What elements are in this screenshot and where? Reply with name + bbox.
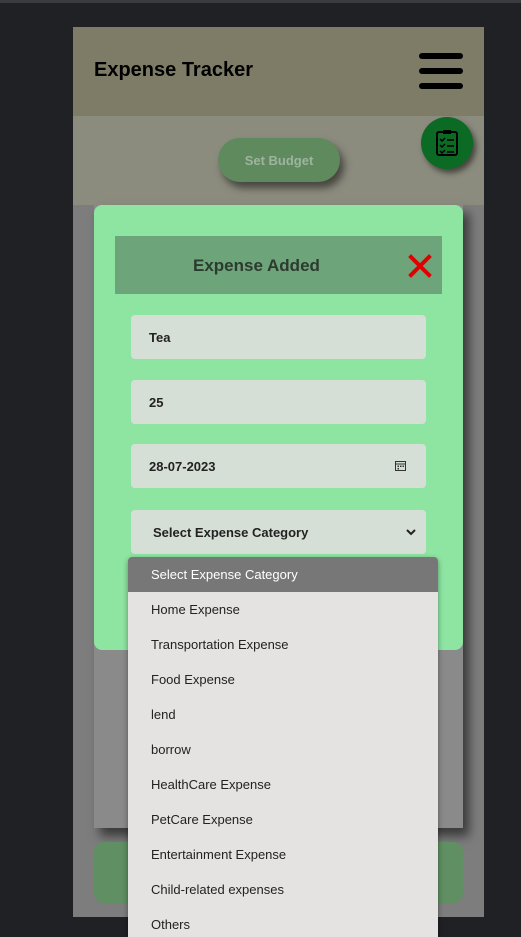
- dropdown-option-borrow[interactable]: borrow: [128, 732, 438, 767]
- dropdown-option-petcare[interactable]: PetCare Expense: [128, 802, 438, 837]
- dropdown-option-select-category[interactable]: Select Expense Category: [128, 557, 438, 592]
- app-bar: Expense Tracker: [73, 27, 484, 116]
- dropdown-option-others[interactable]: Others: [128, 907, 438, 937]
- close-icon[interactable]: [408, 254, 432, 278]
- dropdown-option-lend[interactable]: lend: [128, 697, 438, 732]
- dropdown-option-entertainment[interactable]: Entertainment Expense: [128, 837, 438, 872]
- browser-top-strip: [0, 0, 521, 3]
- dropdown-option-transportation[interactable]: Transportation Expense: [128, 627, 438, 662]
- calendar-icon[interactable]: [395, 460, 406, 471]
- dropdown-option-healthcare[interactable]: HealthCare Expense: [128, 767, 438, 802]
- clipboard-checklist-icon: [436, 130, 458, 156]
- expense-list-button[interactable]: [421, 117, 473, 169]
- hamburger-menu-icon[interactable]: [419, 53, 463, 91]
- modal-title: Expense Added: [193, 256, 320, 275]
- app-title: Expense Tracker: [94, 59, 253, 81]
- dropdown-option-home[interactable]: Home Expense: [128, 592, 438, 627]
- category-dropdown-list: Select Expense Category Home Expense Tra…: [128, 557, 438, 937]
- expense-date-input[interactable]: 28-07-2023: [131, 444, 426, 488]
- dropdown-option-food[interactable]: Food Expense: [128, 662, 438, 697]
- expense-category-select[interactable]: Select Expense Category: [131, 510, 426, 554]
- modal-header: Expense Added: [115, 236, 442, 294]
- expense-date-value: 28-07-2023: [149, 458, 216, 474]
- expense-amount-input[interactable]: 25: [131, 380, 426, 424]
- expense-category-value: Select Expense Category: [153, 524, 309, 540]
- expense-name-input[interactable]: Tea: [131, 315, 426, 359]
- dropdown-option-child-related[interactable]: Child-related expenses: [128, 872, 438, 907]
- chevron-down-icon: [406, 529, 416, 536]
- set-budget-button[interactable]: Set Budget: [218, 138, 340, 182]
